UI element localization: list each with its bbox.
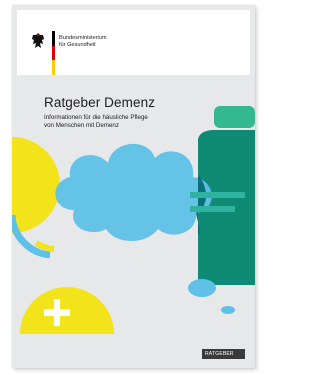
brochure-cover: Bundesministerium für Gesundheit Ratgebe… bbox=[12, 5, 255, 368]
thought-bubble-large bbox=[188, 279, 216, 297]
bottle-cap bbox=[214, 106, 255, 128]
yellow-ring-arc bbox=[34, 240, 55, 252]
series-label: RATGEBER bbox=[202, 349, 245, 359]
thought-bubble-small bbox=[221, 306, 235, 314]
bottle-label-stripe-2 bbox=[190, 206, 235, 212]
bottle-label-stripe-1 bbox=[190, 192, 245, 198]
cover-illustration bbox=[12, 106, 255, 334]
thought-bubble-cloud bbox=[55, 143, 212, 241]
yellow-half-circle bbox=[12, 137, 60, 233]
